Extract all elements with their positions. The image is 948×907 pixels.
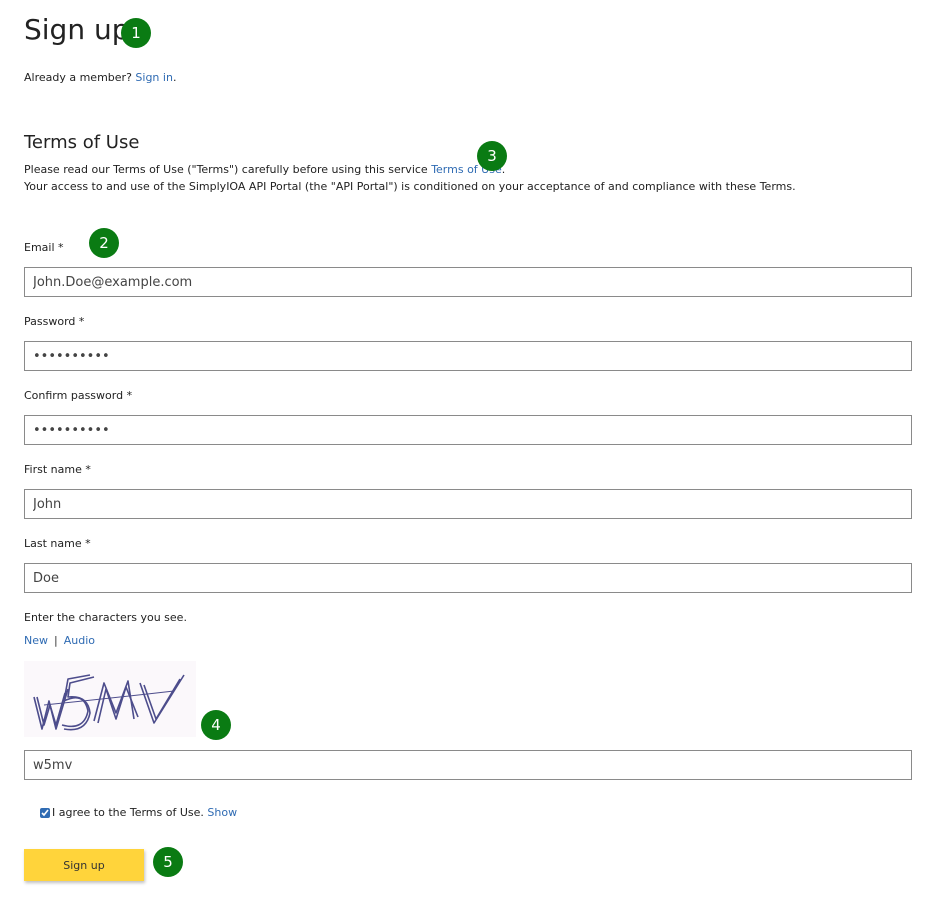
terms-conditions: Your access to and use of the SimplyIOA … xyxy=(24,180,796,193)
show-terms-link[interactable]: Show xyxy=(207,806,237,820)
captcha-audio-link[interactable]: Audio xyxy=(64,634,95,647)
callout-badge-3: 3 xyxy=(477,141,507,171)
page-title: Sign up xyxy=(24,13,130,46)
captcha-links: New | Audio xyxy=(24,634,95,648)
password-label: Password * xyxy=(24,315,85,328)
member-suffix: . xyxy=(172,71,177,84)
first-name-label: First name * xyxy=(24,463,91,476)
captcha-image xyxy=(24,661,196,737)
terms-intro: Please read our Terms of Use ("Terms") c… xyxy=(24,163,505,177)
captcha-instruction: Enter the characters you see. xyxy=(24,611,187,624)
captcha-input[interactable] xyxy=(24,750,912,780)
agree-row: I agree to the Terms of Use. Show xyxy=(40,806,237,820)
password-field[interactable] xyxy=(24,341,912,371)
callout-badge-2: 2 xyxy=(89,228,119,258)
callout-badge-4: 4 xyxy=(201,710,231,740)
sign-in-link[interactable]: Sign in xyxy=(135,71,173,84)
terms-intro-text: Please read our Terms of Use ("Terms") c… xyxy=(24,163,428,176)
confirm-password-field[interactable] xyxy=(24,415,912,445)
captcha-separator: | xyxy=(54,634,58,647)
member-prompt: Already a member? xyxy=(24,71,132,84)
member-line: Already a member? Sign in. xyxy=(24,71,176,85)
confirm-password-label: Confirm password * xyxy=(24,389,133,402)
email-label: Email * xyxy=(24,241,64,254)
callout-badge-5: 5 xyxy=(153,847,183,877)
first-name-field[interactable] xyxy=(24,489,912,519)
sign-up-button[interactable]: Sign up xyxy=(24,849,144,881)
last-name-label: Last name * xyxy=(24,537,91,550)
email-field[interactable] xyxy=(24,267,912,297)
agree-label: I agree to the Terms of Use. xyxy=(52,806,204,819)
callout-badge-1: 1 xyxy=(121,18,151,48)
last-name-field[interactable] xyxy=(24,563,912,593)
captcha-new-link[interactable]: New xyxy=(24,634,48,647)
agree-checkbox[interactable] xyxy=(40,808,50,818)
terms-heading: Terms of Use xyxy=(24,132,140,153)
